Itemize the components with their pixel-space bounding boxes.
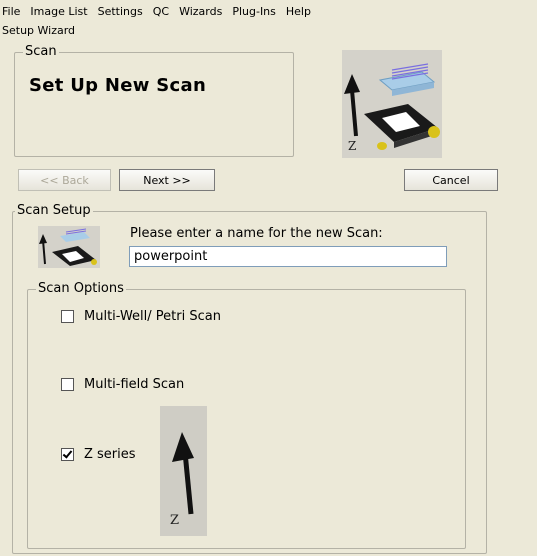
zseries-option[interactable]: Z series bbox=[61, 447, 136, 462]
multifield-label: Multi-field Scan bbox=[84, 377, 185, 392]
z-axis-label: Z bbox=[348, 139, 356, 153]
scan-setup-thumbnail-icon bbox=[38, 226, 100, 268]
menu-bar: File Image List Settings QC Wizards Plug… bbox=[0, 0, 537, 24]
menu-file[interactable]: File bbox=[0, 0, 25, 24]
scan-groupbox: Scan Set Up New Scan bbox=[14, 44, 294, 157]
multiwell-label: Multi-Well/ Petri Scan bbox=[84, 309, 221, 324]
cancel-button[interactable]: Cancel bbox=[404, 169, 498, 191]
wizard-heading: Set Up New Scan bbox=[29, 75, 207, 96]
zseries-label: Z series bbox=[84, 447, 136, 462]
menu-qc[interactable]: QC bbox=[148, 0, 174, 24]
multiwell-option[interactable]: Multi-Well/ Petri Scan bbox=[61, 309, 221, 324]
scan-group-label: Scan bbox=[23, 44, 59, 60]
menu-plug-ins[interactable]: Plug-Ins bbox=[227, 0, 281, 24]
scan-name-input[interactable] bbox=[129, 246, 447, 267]
wizard-title: Setup Wizard bbox=[2, 24, 76, 37]
multifield-option[interactable]: Multi-field Scan bbox=[61, 377, 184, 392]
menu-image-list[interactable]: Image List bbox=[25, 0, 92, 24]
multifield-checkbox[interactable] bbox=[61, 378, 74, 391]
next-button[interactable]: Next >> bbox=[119, 169, 215, 191]
multiwell-checkbox[interactable] bbox=[61, 310, 74, 323]
menu-wizards[interactable]: Wizards bbox=[174, 0, 227, 24]
back-button[interactable]: << Back bbox=[18, 169, 111, 191]
z-series-arrow-icon: Z bbox=[160, 406, 207, 536]
menu-settings[interactable]: Settings bbox=[93, 0, 148, 24]
scan-setup-label: Scan Setup bbox=[15, 203, 93, 219]
zseries-checkbox[interactable] bbox=[61, 448, 74, 461]
menu-help[interactable]: Help bbox=[281, 0, 316, 24]
scan-name-prompt: Please enter a name for the new Scan: bbox=[130, 226, 383, 241]
z-series-axis-label: Z bbox=[170, 513, 179, 528]
scan-stage-illustration: Z bbox=[342, 50, 442, 158]
scan-options-groupbox: Scan Options bbox=[27, 281, 466, 549]
scan-options-label: Scan Options bbox=[36, 281, 126, 297]
